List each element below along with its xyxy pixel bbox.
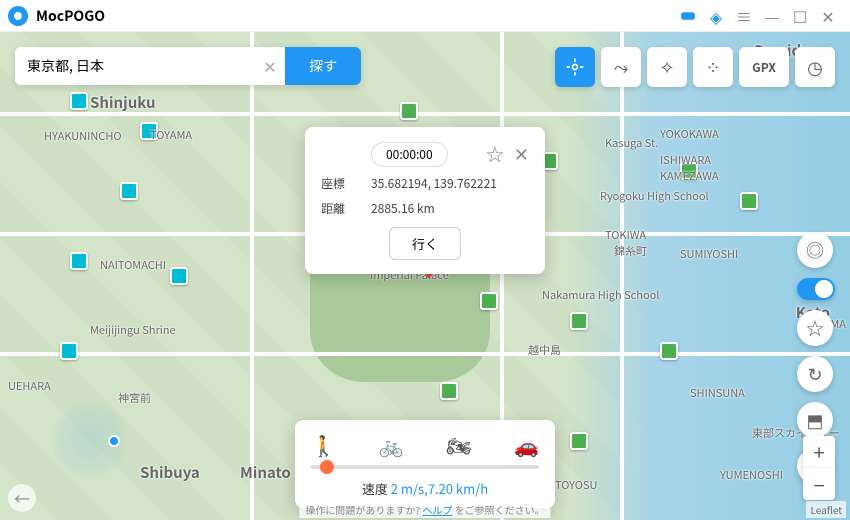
- map-label: SHINSUNA: [690, 385, 745, 401]
- motorcycle-icon[interactable]: 🏍: [446, 430, 471, 459]
- search-box: ✕ 探す: [15, 47, 361, 85]
- dist-value: 2885.16 km: [371, 200, 435, 217]
- zoom-out-button[interactable]: −: [803, 468, 835, 500]
- maximize-button[interactable]: ☐: [786, 2, 814, 30]
- station-icon: [740, 192, 758, 210]
- map-label: TOKIWA: [605, 227, 646, 243]
- location-info-popup: 00:00:00 ☆ ✕ 座標 35.682194, 139.762221 距離…: [305, 127, 545, 274]
- wifi-icon[interactable]: ◈: [702, 2, 730, 30]
- speed-panel: 🚶 🚲 🏍 🚗 速度 2 m/s,7.20 km/h: [295, 420, 555, 508]
- clear-search-icon[interactable]: ✕: [255, 47, 285, 85]
- map-label: Nakamura High School: [542, 287, 659, 303]
- station-icon: [570, 432, 588, 450]
- station-icon: [400, 102, 418, 120]
- favorite-icon[interactable]: ☆: [486, 141, 504, 167]
- go-button[interactable]: 行く: [389, 227, 461, 260]
- map-attribution: Leaflet: [806, 501, 846, 518]
- map-label: YOKOKAWA: [660, 126, 719, 142]
- station-icon: [120, 182, 138, 200]
- map-label: KAMEZAWA: [660, 168, 719, 184]
- map-label: YUMENOSHI: [720, 467, 783, 483]
- joystick-mode-button[interactable]: ⁘: [693, 47, 733, 87]
- vr-icon[interactable]: [674, 2, 702, 30]
- menu-icon[interactable]: ≡: [730, 2, 758, 30]
- multi-spot-mode-button[interactable]: ✧: [647, 47, 687, 87]
- pokeball-icon[interactable]: ◎: [797, 232, 833, 268]
- close-popup-icon[interactable]: ✕: [514, 141, 529, 167]
- map-label: Minato: [240, 462, 291, 483]
- coord-label: 座標: [321, 175, 371, 192]
- speed-slider[interactable]: [311, 465, 539, 469]
- refresh-icon[interactable]: ↻: [797, 356, 833, 392]
- map-label: Kasuga St.: [605, 135, 658, 151]
- footer-help: 操作に問題がありますか? ヘルプ をご参照ください。: [299, 501, 550, 518]
- layers-icon[interactable]: ⬒: [797, 402, 833, 438]
- current-location-indicator: [50, 400, 130, 480]
- search-button[interactable]: 探す: [285, 47, 361, 85]
- timer-display: 00:00:00: [371, 142, 448, 167]
- map-label: SUMIYOSHI: [680, 246, 738, 262]
- car-icon[interactable]: 🚗: [514, 430, 539, 459]
- station-icon: [440, 382, 458, 400]
- station-icon: [70, 252, 88, 270]
- map-label: UEHARA: [8, 378, 51, 394]
- map-label: Meijijingu Shrine: [90, 322, 176, 338]
- teleport-mode-button[interactable]: [555, 47, 595, 87]
- app-logo-icon: [8, 6, 28, 26]
- map-label: ISHIWARA: [660, 152, 711, 168]
- dist-label: 距離: [321, 200, 371, 217]
- coord-value: 35.682194, 139.762221: [371, 175, 497, 192]
- station-icon: [570, 312, 588, 330]
- app-title: MocPOGO: [36, 6, 674, 26]
- zoom-control: + −: [803, 436, 835, 500]
- help-link[interactable]: ヘルプ: [422, 502, 452, 517]
- map-canvas[interactable]: Shinjuku Shibuya Minato Sumida Koto Impe…: [0, 32, 850, 520]
- titlebar: MocPOGO ◈ ≡ — ☐ ✕: [0, 0, 850, 32]
- close-button[interactable]: ✕: [814, 2, 842, 30]
- map-label: Shinjuku: [90, 92, 156, 113]
- station-icon: [170, 267, 188, 285]
- favorites-icon[interactable]: ☆: [797, 310, 833, 346]
- map-label: NAITOMACHI: [100, 257, 166, 273]
- walk-icon[interactable]: 🚶: [311, 430, 336, 459]
- station-icon: [480, 292, 498, 310]
- map-label: 越中島: [528, 342, 561, 358]
- station-icon: [660, 342, 678, 360]
- station-icon: [60, 342, 78, 360]
- map-label: Shibuya: [140, 462, 200, 483]
- map-label: Ryogoku High School: [600, 188, 709, 204]
- bike-icon[interactable]: 🚲: [379, 430, 404, 459]
- search-input[interactable]: [15, 47, 255, 85]
- two-spot-mode-button[interactable]: ⤳: [601, 47, 641, 87]
- slider-thumb[interactable]: [320, 460, 334, 474]
- zoom-in-button[interactable]: +: [803, 436, 835, 468]
- mode-toolbar: ⤳ ✧ ⁘ GPX ◷: [555, 47, 835, 87]
- map-label: TOYAMA: [150, 127, 192, 143]
- gpx-button[interactable]: GPX: [739, 47, 789, 87]
- history-button[interactable]: ◷: [795, 47, 835, 87]
- minimize-button[interactable]: —: [758, 2, 786, 30]
- speed-readout: 速度 2 m/s,7.20 km/h: [311, 479, 539, 498]
- back-button[interactable]: ←: [8, 484, 36, 512]
- map-label: 錦糸町: [614, 243, 647, 259]
- map-label: HYAKUNINCHO: [44, 128, 122, 144]
- station-icon: [70, 92, 88, 110]
- cooldown-toggle[interactable]: [797, 278, 835, 300]
- map-label: TOYOSU: [555, 477, 597, 493]
